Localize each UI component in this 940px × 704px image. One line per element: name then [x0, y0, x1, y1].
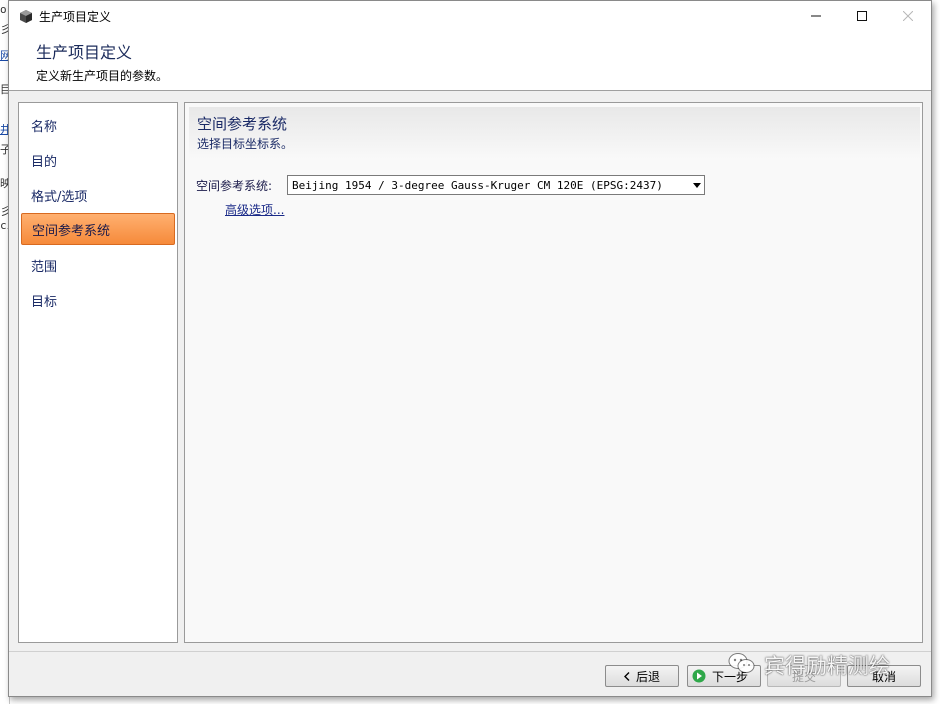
dropdown-arrow-icon	[690, 176, 704, 194]
srs-dropdown[interactable]: Beijing 1954 / 3-degree Gauss-Kruger CM …	[287, 175, 705, 195]
nav-item-label: 名称	[31, 119, 58, 135]
close-button[interactable]	[885, 1, 931, 31]
cube-icon	[19, 9, 33, 24]
nav-item-label: 空间参考系统	[32, 223, 111, 239]
nav-item-label: 范围	[31, 259, 58, 275]
next-arrow-icon	[692, 669, 706, 683]
header-subtitle: 定义新生产项目的参数。	[36, 69, 169, 83]
advanced-options-link[interactable]: 高级选项...	[225, 201, 284, 218]
nav-item-spatial-reference[interactable]: 空间参考系统	[21, 213, 175, 245]
watermark-text: 宾得励精测绘	[764, 654, 890, 678]
back-label: 后退	[635, 669, 660, 684]
dialog-header: 生产项目定义 定义新生产项目的参数。	[9, 31, 931, 91]
srs-label: 空间参考系统:	[196, 179, 273, 193]
maximize-icon	[857, 11, 867, 21]
back-button[interactable]: 后退	[605, 665, 679, 687]
nav-item-label: 目标	[31, 294, 58, 310]
title-bar[interactable]: 生产项目定义	[9, 1, 931, 31]
step-header: 空间参考系统 选择目标坐标系。	[189, 107, 920, 159]
nav-item-extent[interactable]: 范围	[21, 249, 175, 281]
window-title: 生产项目定义	[39, 9, 112, 24]
nav-item-target[interactable]: 目标	[21, 284, 175, 316]
close-icon	[903, 11, 913, 21]
nav-item-label: 格式/选项	[31, 189, 88, 205]
step-content-panel: 空间参考系统 选择目标坐标系。 空间参考系统: Beijing 1954 / 3…	[184, 102, 923, 643]
nav-item-name[interactable]: 名称	[21, 109, 175, 141]
step-subtitle: 选择目标坐标系。	[197, 137, 294, 151]
wizard-steps-panel: 名称 目的 格式/选项 空间参考系统 范围 目标	[18, 102, 178, 643]
maximize-button[interactable]	[839, 1, 885, 31]
wechat-icon	[728, 651, 756, 680]
header-title: 生产项目定义	[36, 43, 133, 62]
minimize-button[interactable]	[793, 1, 839, 31]
step-title: 空间参考系统	[197, 115, 288, 133]
srs-selected-value: Beijing 1954 / 3-degree Gauss-Kruger CM …	[292, 178, 663, 192]
watermark: 宾得励精测绘	[728, 651, 890, 679]
nav-item-purpose[interactable]: 目的	[21, 144, 175, 176]
chevron-left-icon	[623, 671, 630, 681]
dialog-window: 生产项目定义 生产项目定义 定义新生产项目的参数。 名称 目的 格式/选项 空间…	[8, 0, 932, 697]
nav-item-label: 目的	[31, 154, 58, 170]
window-controls	[793, 1, 931, 31]
nav-item-format-options[interactable]: 格式/选项	[21, 179, 175, 211]
minimize-icon	[811, 15, 821, 17]
